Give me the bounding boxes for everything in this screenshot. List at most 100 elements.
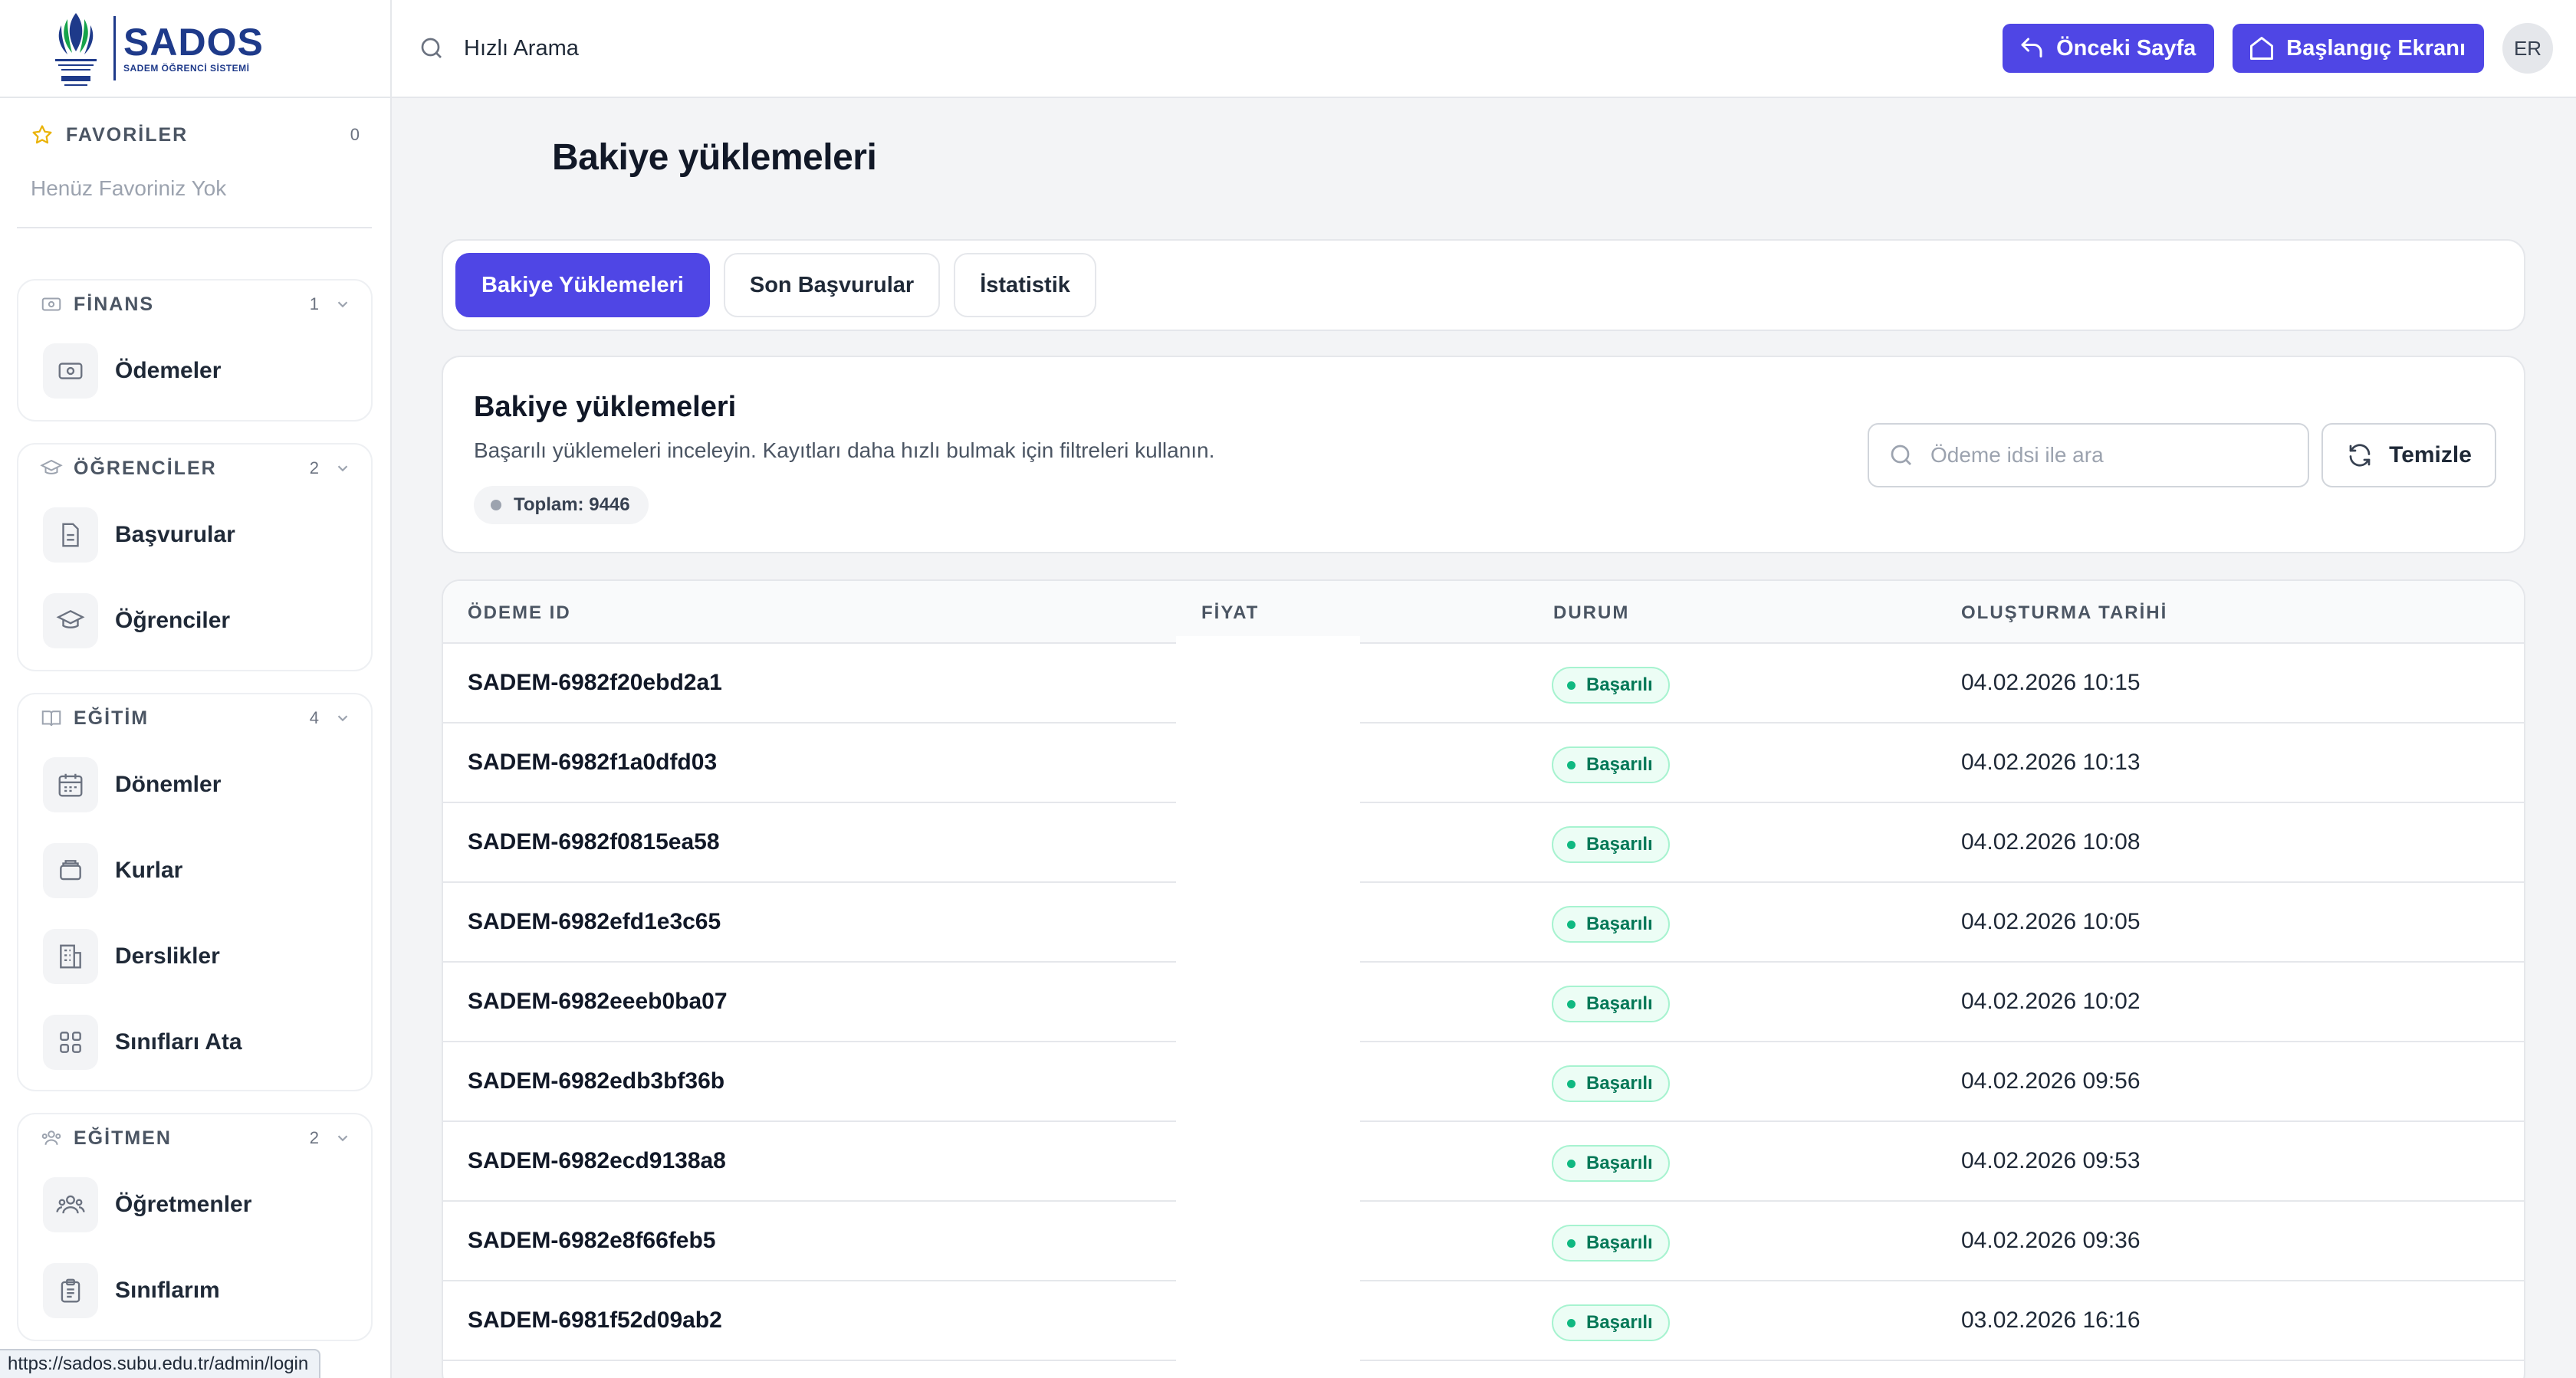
status-badge: Başarılı xyxy=(1552,746,1670,783)
column-header-created-at[interactable]: OLUŞTURMA TARİHİ xyxy=(1961,602,2167,624)
payment-id-cell: SADEM-6982eeeb0ba07 xyxy=(468,989,728,1014)
tab-istatistik[interactable]: İstatistik xyxy=(954,253,1096,317)
classrooms-tile xyxy=(43,929,98,984)
avatar[interactable]: ER xyxy=(2502,23,2553,74)
sidebar-item-ogrenciler[interactable]: Öğrenciler xyxy=(18,578,371,664)
home-icon xyxy=(2250,37,2274,60)
table-row[interactable]: SADEM-6982f1a0dfd03 Başarılı 04.02.2026 … xyxy=(443,723,2524,803)
sidebar-item-derslikler[interactable]: Derslikler xyxy=(18,914,371,999)
sidebar-item-kurlar[interactable]: Kurlar xyxy=(18,828,371,914)
status-badge: Başarılı xyxy=(1552,1145,1670,1182)
nav-group-title: ÖĞRENCİLER xyxy=(74,457,217,479)
favorites-empty-text: Henüz Favoriniz Yok xyxy=(31,176,227,200)
favorites-header[interactable]: FAVORİLER 0 xyxy=(31,116,360,153)
table-row[interactable]: SADEM-6982e8f66feb5 Başarılı 04.02.2026 … xyxy=(443,1202,2524,1281)
payment-id-search-input[interactable] xyxy=(1930,443,2291,468)
sidebar-item-label: Öğretmenler xyxy=(115,1192,252,1217)
created-date-cell: 04.02.2026 10:02 xyxy=(1961,989,2141,1014)
nav-group-ogrenciler-header[interactable]: ÖĞRENCİLER 2 xyxy=(18,445,371,492)
payment-id-cell: SADEM-6982ecd9138a8 xyxy=(468,1148,726,1173)
sidebar-item-label: Başvurular xyxy=(115,522,235,547)
sidebar-item-ogretmenler[interactable]: Öğretmenler xyxy=(18,1162,371,1248)
page-title: Bakiye yüklemeleri xyxy=(552,137,877,178)
status-badge: Başarılı xyxy=(1552,1065,1670,1102)
status-badge: Başarılı xyxy=(1552,667,1670,704)
refresh-icon xyxy=(2349,444,2371,467)
nav-group-finans: FİNANS 1 Ödemeler xyxy=(17,279,373,422)
favorites-section: FAVORİLER 0 Henüz Favoriniz Yok xyxy=(0,98,390,253)
nav-group-count: 2 xyxy=(309,1128,319,1147)
payments-tile xyxy=(43,343,98,399)
status-label: Başarılı xyxy=(1586,993,1653,1014)
table-row[interactable]: SADEM-6982ecd9138a8 Başarılı 04.02.2026 … xyxy=(443,1122,2524,1202)
calendar-icon xyxy=(58,773,83,797)
status-badge: Başarılı xyxy=(1552,986,1670,1022)
tabs-bar: Bakiye Yüklemeleri Son Başvurular İstati… xyxy=(442,239,2525,331)
created-date-cell: 03.02.2026 16:16 xyxy=(1961,1307,2141,1333)
nav-group-egitmen-header[interactable]: EĞİTMEN 2 xyxy=(18,1114,371,1162)
sidebar-item-odemeler[interactable]: Ödemeler xyxy=(18,328,371,414)
brand-divider xyxy=(113,16,116,80)
table-row[interactable]: SADEM-6982efd1e3c65 Başarılı 04.02.2026 … xyxy=(443,883,2524,963)
sidebar-item-label: Öğrenciler xyxy=(115,608,231,633)
previous-page-button[interactable]: Önceki Sayfa xyxy=(2003,24,2215,73)
status-dot xyxy=(1567,1079,1576,1088)
payment-id-cell: SADEM-6982f20ebd2a1 xyxy=(468,670,722,695)
status-dot xyxy=(1567,1239,1576,1248)
payment-id-cell: SADEM-6982e8f66feb5 xyxy=(468,1228,716,1253)
status-dot xyxy=(1567,840,1576,849)
assign-classes-tile xyxy=(43,1015,98,1070)
graduation-cap-icon xyxy=(56,610,85,628)
teachers-tile xyxy=(43,1177,98,1232)
status-label: Başarılı xyxy=(1586,1153,1653,1173)
brand-logo[interactable]: SADOS SADEM ÖĞRENCİ SİSTEMİ xyxy=(0,0,390,98)
home-screen-button[interactable]: Başlangıç Ekranı xyxy=(2233,24,2484,73)
status-dot xyxy=(1567,999,1576,1009)
quick-search-input[interactable]: Hızlı Arama xyxy=(464,36,2003,61)
status-badge: Başarılı xyxy=(1552,1225,1670,1262)
table-row[interactable]: SADEM-6982f0815ea58 Başarılı 04.02.2026 … xyxy=(443,803,2524,883)
tab-bakiye-yuklemeleri[interactable]: Bakiye Yüklemeleri xyxy=(455,253,710,317)
top-bar: Hızlı Arama Önceki Sayfa Başlangıç Ekran… xyxy=(392,0,2576,98)
courses-tile xyxy=(43,843,98,898)
chevron-down-icon xyxy=(337,301,348,308)
nav-group-count: 4 xyxy=(309,708,319,727)
favorites-title: FAVORİLER xyxy=(66,123,189,146)
column-header-payment-id[interactable]: ÖDEME ID xyxy=(468,602,571,624)
sidebar-item-siniflarim[interactable]: Sınıflarım xyxy=(18,1248,371,1334)
nav-group-egitmen: EĞİTMEN 2 Öğretmenler Sınıflarım xyxy=(17,1113,373,1341)
book-icon xyxy=(41,710,61,727)
payments-table: ÖDEME ID FİYAT DURUM OLUŞTURMA TARİHİ SA… xyxy=(442,579,2525,1378)
payment-id-search[interactable] xyxy=(1868,423,2309,487)
sidebar-item-label: Sınıfları Ata xyxy=(115,1029,242,1055)
status-badge: Başarılı xyxy=(1552,906,1670,943)
clear-filters-button[interactable]: Temizle xyxy=(2321,423,2496,487)
sidebar-item-siniflari-ata[interactable]: Sınıfları Ata xyxy=(18,999,371,1085)
column-header-status[interactable]: DURUM xyxy=(1553,602,1629,624)
status-dot xyxy=(1567,1318,1576,1327)
table-row[interactable]: SADEM-6982f20ebd2a1 Başarılı 04.02.2026 … xyxy=(443,644,2524,723)
sidebar-item-basvurular[interactable]: Başvurular xyxy=(18,492,371,578)
table-row[interactable]: SADEM-6982edb3bf36b Başarılı 04.02.2026 … xyxy=(443,1042,2524,1122)
created-date-cell: 04.02.2026 10:15 xyxy=(1961,670,2141,695)
column-header-price[interactable]: FİYAT xyxy=(1201,602,1259,624)
table-header: ÖDEME ID FİYAT DURUM OLUŞTURMA TARİHİ xyxy=(443,581,2524,644)
nav-group-egitim-header[interactable]: EĞİTİM 4 xyxy=(18,694,371,742)
students-tile xyxy=(43,593,98,648)
previous-page-label: Önceki Sayfa xyxy=(2056,35,2196,61)
money-icon xyxy=(41,297,61,311)
brand-name: SADOS xyxy=(123,21,264,64)
status-dot xyxy=(1567,1159,1576,1168)
status-label: Başarılı xyxy=(1586,1073,1653,1094)
brand-subtitle: SADEM ÖĞRENCİ SİSTEMİ xyxy=(123,63,250,74)
total-count-label: Toplam: 9446 xyxy=(514,494,630,515)
sidebar-item-donemler[interactable]: Dönemler xyxy=(18,742,371,828)
clipboard-icon xyxy=(61,1278,80,1303)
tab-son-basvurular[interactable]: Son Başvurular xyxy=(723,253,941,317)
table-row[interactable]: SADEM-6981f52d09ab2 Başarılı 03.02.2026 … xyxy=(443,1281,2524,1361)
nav-group-finans-header[interactable]: FİNANS 1 xyxy=(18,281,371,328)
grid-icon xyxy=(60,1032,81,1053)
search-icon xyxy=(1891,445,1911,465)
table-row[interactable]: SADEM-6982eeeb0ba07 Başarılı 04.02.2026 … xyxy=(443,963,2524,1042)
nav-group-count: 1 xyxy=(309,294,319,313)
